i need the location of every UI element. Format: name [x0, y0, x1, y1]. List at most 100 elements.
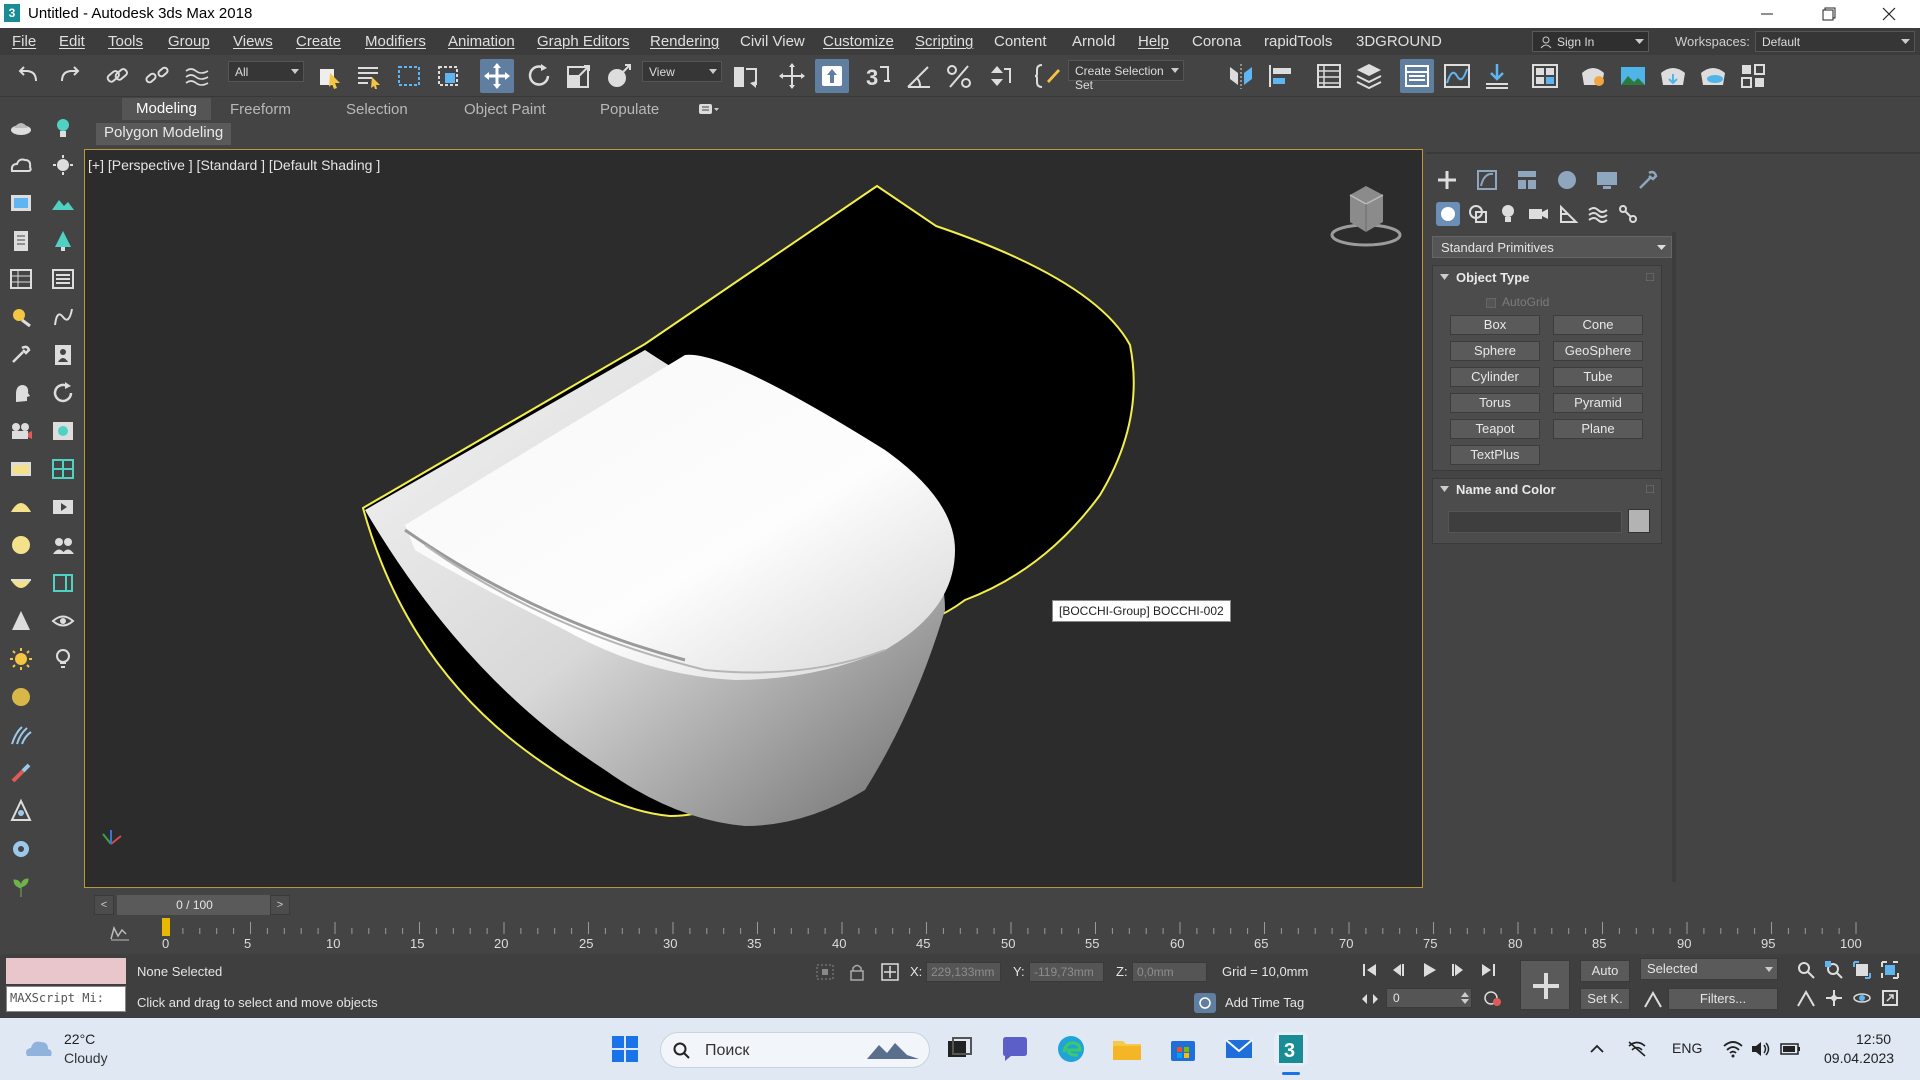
zoom-icon[interactable]: [1796, 960, 1816, 980]
time-slider-prev-button[interactable]: <: [94, 895, 114, 915]
absolute-mode-icon[interactable]: [880, 962, 900, 982]
percent-snap-icon[interactable]: [942, 59, 976, 93]
z-coordinate-field[interactable]: 0,0mm: [1132, 962, 1207, 982]
maximize-viewport-icon[interactable]: [1880, 988, 1900, 1008]
menu-tools[interactable]: Tools: [108, 33, 143, 50]
collapse-arrow-icon[interactable]: [1440, 274, 1449, 281]
motion-tab-icon[interactable]: [1554, 167, 1580, 193]
menu-modifiers[interactable]: Modifiers: [365, 33, 426, 50]
time-slider[interactable]: 0 / 100: [117, 895, 272, 915]
undo-icon[interactable]: [12, 59, 46, 93]
head-icon[interactable]: [8, 380, 34, 406]
menu-corona[interactable]: Corona: [1192, 33, 1241, 50]
keyboard-shortcut-override-icon[interactable]: [815, 59, 849, 93]
selection-lock-icon[interactable]: [848, 962, 866, 982]
workspace-select[interactable]: Default: [1755, 31, 1915, 52]
key-filter-select[interactable]: Selected: [1640, 958, 1778, 980]
select-by-name-icon[interactable]: [352, 59, 386, 93]
time-slider-next-button[interactable]: >: [270, 895, 290, 915]
spline-icon[interactable]: [50, 304, 76, 330]
select-and-place-icon[interactable]: [602, 59, 636, 93]
clock-time[interactable]: 12:50: [1856, 1031, 1891, 1047]
dope-sheet-icon[interactable]: [1480, 59, 1514, 93]
menu-customize[interactable]: Customize: [823, 33, 894, 50]
set-key-button[interactable]: Set K.: [1580, 988, 1630, 1010]
zoom-extents-icon[interactable]: [1852, 960, 1872, 980]
rollout-grip-icon[interactable]: [1646, 273, 1654, 281]
menu-help[interactable]: Help: [1138, 33, 1169, 50]
camera-rig-icon[interactable]: [8, 418, 34, 444]
golden-sphere-icon[interactable]: [8, 684, 34, 710]
weather-temperature[interactable]: 22°C: [64, 1031, 95, 1047]
helpers-category-icon[interactable]: [1556, 202, 1580, 226]
collapse-arrow-icon[interactable]: [1440, 486, 1449, 493]
layout-icon[interactable]: [50, 456, 76, 482]
volume-icon[interactable]: [1750, 1040, 1772, 1058]
select-and-move-icon[interactable]: [480, 59, 514, 93]
menu-animation[interactable]: Animation: [448, 33, 515, 50]
reset-view-icon[interactable]: [50, 418, 76, 444]
time-configuration-icon[interactable]: [1482, 988, 1502, 1008]
list-panel-icon[interactable]: [50, 266, 76, 292]
hierarchy-tab-icon[interactable]: [1514, 167, 1540, 193]
edit-named-selection-icon[interactable]: [1030, 59, 1064, 93]
panel-icon[interactable]: [50, 570, 76, 596]
sun-icon[interactable]: [8, 646, 34, 672]
zoom-extents-all-icon[interactable]: [1880, 960, 1900, 980]
maxscript-listener-output[interactable]: [6, 958, 126, 984]
rollout-grip-icon[interactable]: [1646, 485, 1654, 493]
network-disconnected-icon[interactable]: [1626, 1040, 1648, 1058]
plant-icon[interactable]: [8, 874, 34, 900]
tree-icon[interactable]: [50, 228, 76, 254]
orbit-icon[interactable]: [1852, 988, 1872, 1008]
ribbon-tab-modeling[interactable]: Modeling: [122, 98, 211, 120]
hair-icon[interactable]: [8, 722, 34, 748]
object-type-title[interactable]: Object Type: [1456, 270, 1529, 285]
cloud-icon[interactable]: [8, 152, 34, 178]
material-editor-icon[interactable]: [1528, 59, 1562, 93]
menu-rapidtools[interactable]: rapidTools: [1264, 33, 1332, 50]
next-frame-icon[interactable]: [1446, 960, 1466, 980]
selection-filter-dropdown[interactable]: All: [228, 61, 304, 82]
pyramid-button[interactable]: Pyramid: [1553, 393, 1643, 413]
utilities-tab-icon[interactable]: [1634, 167, 1660, 193]
name-and-color-title[interactable]: Name and Color: [1456, 482, 1556, 497]
render-setup-icon[interactable]: [1576, 59, 1610, 93]
landscape-icon[interactable]: [50, 190, 76, 216]
taskbar-search[interactable]: Поиск: [660, 1032, 930, 1068]
field-of-view-icon[interactable]: [1796, 988, 1816, 1008]
isolate-selection-icon[interactable]: [814, 962, 836, 982]
clock-date[interactable]: 09.04.2023: [1824, 1050, 1894, 1066]
sign-in-dropdown[interactable]: Sign In: [1532, 31, 1649, 52]
restore-button[interactable]: [1806, 0, 1852, 28]
align-icon[interactable]: [1264, 59, 1298, 93]
3ds-max-taskbar-icon[interactable]: 3: [1274, 1032, 1308, 1066]
create-geometry-icon[interactable]: [8, 115, 34, 141]
select-and-rotate-icon[interactable]: [522, 59, 556, 93]
plane-button[interactable]: Plane: [1553, 419, 1643, 439]
task-view-icon[interactable]: [942, 1032, 976, 1066]
systems-category-icon[interactable]: [1616, 202, 1640, 226]
menu-create[interactable]: Create: [296, 33, 341, 50]
select-and-scale-icon[interactable]: [562, 59, 596, 93]
menu-views[interactable]: Views: [233, 33, 273, 50]
redo-icon[interactable]: [52, 59, 86, 93]
figure-icon[interactable]: [50, 342, 76, 368]
eye-icon[interactable]: [50, 608, 76, 634]
grid-view-icon[interactable]: [8, 266, 34, 292]
menu-3dground[interactable]: 3DGROUND: [1356, 33, 1442, 50]
command-panel-scrollbar[interactable]: [1672, 232, 1676, 882]
gear-icon[interactable]: [8, 836, 34, 862]
rendered-frame-window-icon[interactable]: [1616, 59, 1650, 93]
previous-frame-icon[interactable]: [1390, 960, 1410, 980]
ribbon-tab-freeform[interactable]: Freeform: [230, 101, 291, 118]
go-to-end-icon[interactable]: [1478, 960, 1498, 980]
menu-group[interactable]: Group: [168, 33, 210, 50]
torus-button[interactable]: Torus: [1450, 393, 1540, 413]
render-cloud-icon[interactable]: [1696, 59, 1730, 93]
film-icon[interactable]: [50, 494, 76, 520]
time-tag-icon[interactable]: [1193, 992, 1217, 1014]
toggle-ribbon-icon[interactable]: [1400, 59, 1434, 93]
render-frame-icon[interactable]: [8, 190, 34, 216]
wrench-icon[interactable]: [8, 342, 34, 368]
